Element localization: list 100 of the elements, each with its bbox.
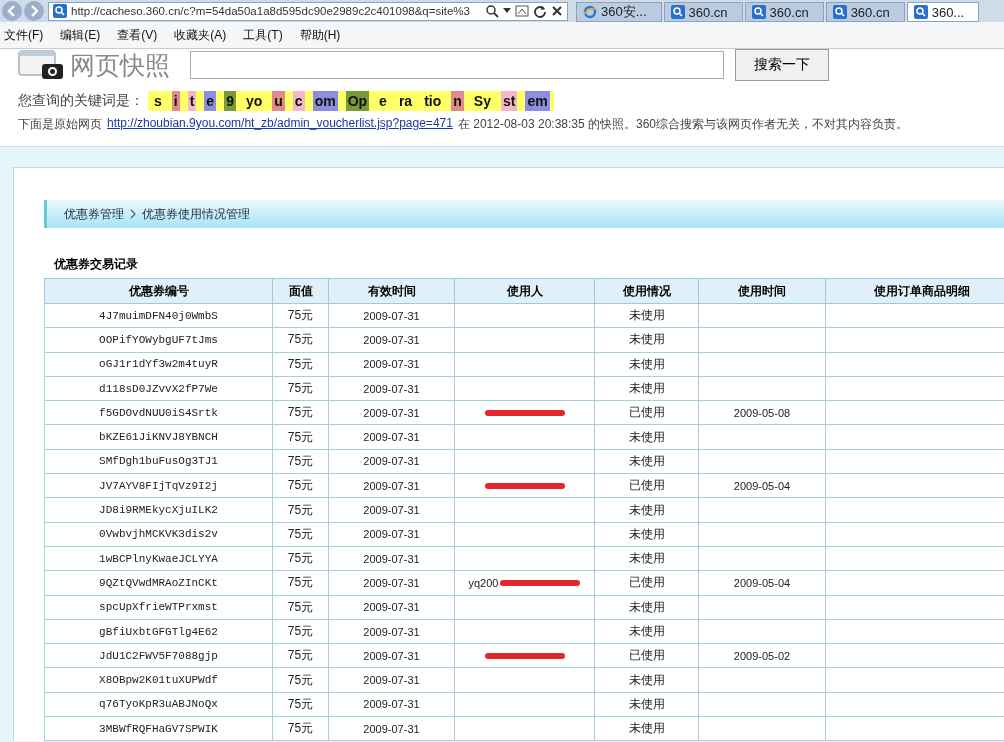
breadcrumb-item[interactable]: 优惠券使用情况管理 (142, 205, 250, 223)
table-cell: d118sD0JZvvX2fP7We (44, 376, 273, 401)
menu-item[interactable]: 收藏夹(A) (174, 26, 227, 44)
keyword-highlight: c (292, 91, 305, 111)
table-cell: 2009-07-31 (328, 570, 455, 596)
table-cell: 2009-05-04 (698, 570, 826, 596)
table-cell: JdU1C2FWV5F7088gjp (44, 643, 273, 668)
table-cell: 2009-07-31 (328, 303, 455, 328)
table-cell: 已使用 (594, 643, 699, 668)
menu-item[interactable]: 文件(F) (4, 26, 44, 44)
column-header: 优惠券编号 (44, 278, 273, 304)
table-cell: 1wBCPlnyKwaeJCLYYA (44, 546, 273, 571)
close-icon[interactable] (551, 5, 563, 17)
table-cell: 未使用 (594, 352, 699, 377)
table-cell: 75元 (272, 473, 329, 498)
table-cell: 2009-07-31 (328, 497, 455, 523)
table-cell: 2009-07-31 (328, 400, 455, 425)
table-cell: bKZE61JiKNVJ8YBNCH (44, 425, 273, 450)
table-cell: 4J7muimDFN40j0WmbS (44, 303, 273, 328)
table-cell: 75元 (272, 643, 329, 668)
search-icon (751, 5, 766, 19)
address-bar[interactable]: http://cacheso.360.cn/c?m=54da50a1a8d595dc90e2989c2c401098&q=site%3 (48, 1, 568, 21)
browser-icon (583, 5, 597, 19)
keyword-highlight: t (187, 91, 197, 111)
table-cell: 2009-07-31 (328, 643, 455, 668)
table-cell: OOPifYOWybgUF7tJms (44, 327, 273, 353)
table-cell: 未使用 (594, 376, 699, 401)
browser-tab[interactable]: 360.cn (744, 2, 824, 22)
browser-tab[interactable]: 360安... (576, 2, 662, 22)
table-cell: 2009-07-31 (328, 352, 455, 377)
table-cell: 2009-05-08 (698, 400, 826, 425)
table-cell: 2009-05-04 (698, 473, 826, 498)
menu-item[interactable]: 查看(V) (117, 26, 158, 44)
table-cell: 75元 (272, 692, 329, 717)
table-cell: JV7AYV8FIjTqVz9I2j (44, 473, 273, 498)
compatibility-icon[interactable] (515, 4, 529, 18)
search-icon (832, 5, 847, 19)
table-cell: SMfDgh1buFusOg3TJ1 (44, 449, 273, 474)
table-cell: 75元 (272, 497, 329, 523)
table-cell: 未使用 (594, 619, 699, 644)
search-icon[interactable] (485, 4, 499, 18)
source-text: 在 2012-08-03 20:38:35 的快照。360综合搜索与该网页作者无关，不对其内容负责。 (457, 116, 909, 133)
table-cell: yq200 (468, 576, 499, 589)
table-cell: 2009-07-31 (328, 425, 455, 450)
table-cell: 已使用 (594, 473, 699, 498)
column-header: 使用时间 (698, 278, 826, 304)
table-cell: 2009-07-31 (328, 595, 455, 620)
table-cell: 未使用 (594, 692, 699, 717)
table-cell: 2009-07-31 (328, 449, 455, 474)
table-cell: q76TyoKpR3uABJNoQx (44, 692, 273, 717)
table-cell: 75元 (272, 352, 329, 377)
table-cell: 2009-05-02 (698, 643, 826, 668)
table-cell: 9QZtQVwdMRAoZInCKt (44, 570, 273, 596)
chevron-icon (129, 209, 137, 219)
table-cell: 75元 (272, 570, 329, 596)
table-cell: 75元 (272, 376, 329, 401)
table-cell: f5GDOvdNUU0iS4Srtk (44, 400, 273, 425)
table-cell: 2009-07-31 (328, 692, 455, 717)
keyword-highlight: e (204, 91, 217, 111)
table-cell: 75元 (272, 667, 329, 693)
table-cell: 2009-07-31 (328, 327, 455, 353)
table-cell: 75元 (272, 716, 329, 741)
table-cell: 0VwbvjhMCKVK3dis2v (44, 522, 273, 547)
search-field[interactable] (190, 51, 724, 79)
keyword-highlight: em (525, 91, 550, 111)
table-cell: 75元 (272, 425, 329, 450)
table-cell: 未使用 (594, 449, 699, 474)
column-header: 使用人 (454, 278, 595, 304)
table-cell: 已使用 (594, 570, 699, 596)
table-cell: 未使用 (594, 595, 699, 620)
table-cell: 75元 (272, 522, 329, 547)
browser-tab[interactable]: 360... (906, 2, 980, 22)
column-header: 使用订单商品明细 (825, 278, 1004, 304)
table-cell: 未使用 (594, 327, 699, 353)
address-text: http://cacheso.360.cn/c?m=54da50a1a8d595dc90e2989c2c401098&q=site%3 (71, 5, 471, 17)
search-icon (53, 4, 67, 18)
source-link[interactable]: http://zhoubian.9you.com/ht_zb/admin_voucherlist.jsp?page=471 (107, 116, 453, 133)
table-cell: 2009-07-31 (328, 716, 455, 741)
search-icon (913, 5, 928, 19)
table-cell: JD8i9RMEkycXjuILK2 (44, 497, 273, 523)
menu-item[interactable]: 工具(T) (243, 26, 283, 44)
table-cell: 未使用 (594, 303, 699, 328)
table-cell: 2009-07-31 (328, 619, 455, 644)
table-cell: 75元 (272, 546, 329, 571)
menu-item[interactable]: 帮助(H) (299, 26, 341, 44)
browser-tab[interactable]: 360.cn (825, 2, 905, 22)
browser-tab[interactable]: 360.cn (663, 2, 743, 22)
breadcrumb-item[interactable]: 优惠券管理 (64, 205, 124, 223)
table-cell: 75元 (272, 303, 329, 328)
menu-item[interactable]: 编辑(E) (60, 26, 101, 44)
table-cell: 2009-07-31 (328, 376, 455, 401)
search-button[interactable]: 搜索一下 (735, 49, 829, 81)
keyword-highlight: u (272, 91, 285, 111)
refresh-icon[interactable] (533, 4, 547, 18)
keyword-highlight: om (312, 91, 338, 111)
table-cell: X8OBpw2K01tuXUPWdf (44, 667, 273, 693)
keyword-highlight: n (451, 91, 464, 111)
column-header: 面值 (272, 278, 329, 304)
table-cell: 已使用 (594, 400, 699, 425)
dropdown-icon[interactable] (503, 8, 511, 14)
